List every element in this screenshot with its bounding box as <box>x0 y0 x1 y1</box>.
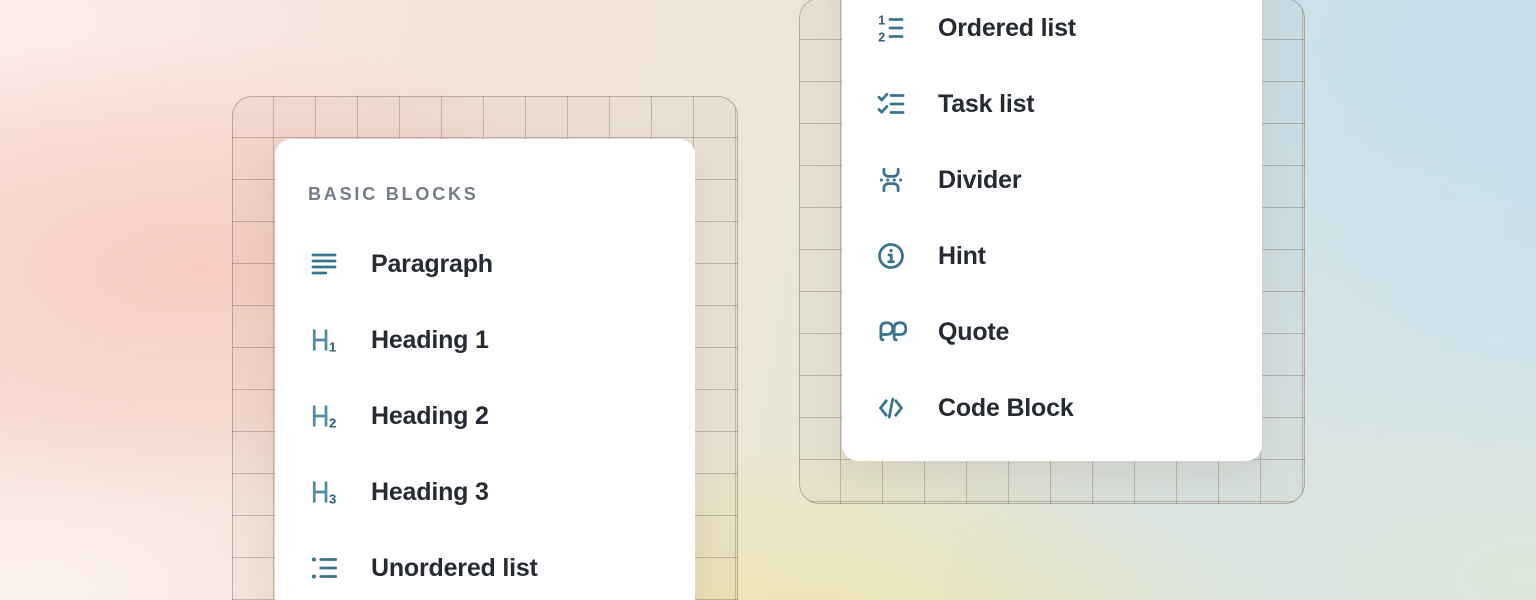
paragraph-icon <box>307 247 341 281</box>
menu-item-label: Heading 3 <box>371 480 489 505</box>
menu-item-unordered-list[interactable]: Unordered list <box>275 530 695 600</box>
menu-item-code-block[interactable]: Code Block <box>842 370 1262 446</box>
hint-icon <box>874 239 908 273</box>
advanced-blocks-menu: 1 2 Ordered list Task list <box>842 0 1262 461</box>
svg-text:2: 2 <box>329 415 336 430</box>
svg-text:3: 3 <box>329 491 336 506</box>
menu-item-task-list[interactable]: Task list <box>842 66 1262 142</box>
grid-panel-left: BASIC BLOCKS Paragraph 1 Heading 1 <box>232 96 738 600</box>
menu-item-heading-2[interactable]: 2 Heading 2 <box>275 378 695 454</box>
menu-item-label: Divider <box>938 168 1021 193</box>
menu-item-label: Quote <box>938 320 1009 345</box>
heading-2-icon: 2 <box>307 399 341 433</box>
ordered-list-icon: 1 2 <box>874 11 908 45</box>
menu-item-label: Unordered list <box>371 556 538 581</box>
menu-section-label: BASIC BLOCKS <box>308 184 695 204</box>
menu-item-quote[interactable]: Quote <box>842 294 1262 370</box>
basic-blocks-menu: BASIC BLOCKS Paragraph 1 Heading 1 <box>275 139 695 600</box>
menu-item-label: Ordered list <box>938 16 1076 41</box>
menu-item-ordered-list[interactable]: 1 2 Ordered list <box>842 0 1262 66</box>
task-list-icon <box>874 87 908 121</box>
menu-item-divider[interactable]: Divider <box>842 142 1262 218</box>
svg-text:1: 1 <box>878 13 885 27</box>
menu-item-label: Heading 1 <box>371 328 489 353</box>
svg-text:2: 2 <box>878 30 885 43</box>
menu-item-hint[interactable]: Hint <box>842 218 1262 294</box>
block-picker-illustration: BASIC BLOCKS Paragraph 1 Heading 1 <box>0 0 1536 600</box>
menu-item-heading-1[interactable]: 1 Heading 1 <box>275 302 695 378</box>
quote-icon <box>874 315 908 349</box>
menu-item-label: Paragraph <box>371 252 493 277</box>
menu-item-label: Code Block <box>938 396 1074 421</box>
menu-item-heading-3[interactable]: 3 Heading 3 <box>275 454 695 530</box>
code-block-icon <box>874 391 908 425</box>
unordered-list-icon <box>307 551 341 585</box>
divider-icon <box>874 163 908 197</box>
menu-item-label: Heading 2 <box>371 404 489 429</box>
menu-item-paragraph[interactable]: Paragraph <box>275 226 695 302</box>
grid-panel-right: 1 2 Ordered list Task list <box>799 0 1305 504</box>
menu-item-label: Task list <box>938 92 1034 117</box>
heading-3-icon: 3 <box>307 475 341 509</box>
svg-text:1: 1 <box>329 339 336 354</box>
heading-1-icon: 1 <box>307 323 341 357</box>
menu-item-label: Hint <box>938 244 986 269</box>
